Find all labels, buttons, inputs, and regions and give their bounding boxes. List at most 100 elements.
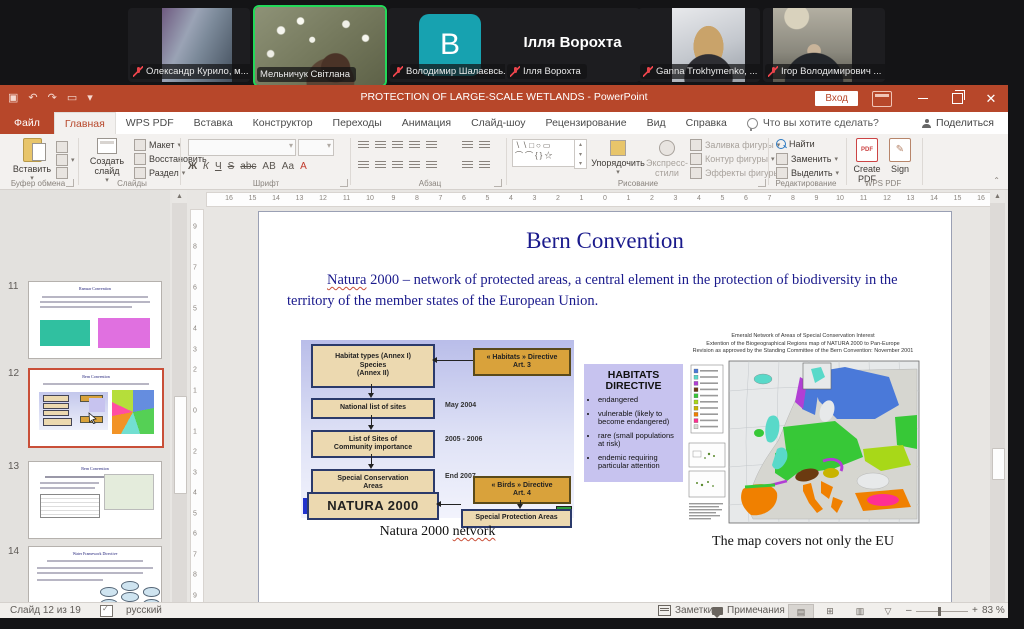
zoom-slider-thumb[interactable] [938,607,941,616]
font-dialog-launcher-icon[interactable] [340,179,348,187]
zoom-in-button[interactable]: + [972,605,978,616]
sign-icon: ✎ [889,138,911,162]
habitats-directive-panel[interactable]: HABITATS DIRECTIVE endangeredvulnerable … [584,364,683,482]
tab-рецензирование[interactable]: Рецензирование [536,112,637,134]
font-name-combo[interactable] [188,139,296,156]
participant-tile[interactable]: Ігор Володимирович ... [763,8,885,82]
minimize-button[interactable] [906,85,940,112]
participant-tile[interactable]: Мельничук Світлана [253,5,387,87]
tab-wps-pdf[interactable]: WPS PDF [116,112,184,134]
natura2000-flowchart[interactable]: Habitat types (Annex I) Species (Annex I… [301,340,574,518]
sign-button[interactable]: ✎ Sign [886,138,914,174]
notes-button[interactable]: Заметки [658,605,713,616]
participant-tile[interactable]: Олександр Курило, м... [128,8,250,82]
ribbon: Вставить▾ ▾ Буфер обмена Создать слайд▾ … [0,134,1008,190]
font-style-button[interactable]: Аа [282,161,294,172]
slide-title[interactable]: Bern Convention [259,228,951,254]
font-style-button[interactable]: АВ [262,161,275,172]
paragraph-align-buttons[interactable] [358,161,437,170]
tab-анимация[interactable]: Анимация [392,112,461,134]
shapes-gallery[interactable]: ∖∖□○▭⌒⌒{}☆ [512,139,576,167]
tab-переходы[interactable]: Переходы [323,112,392,134]
tab-слайд-шоу[interactable]: Слайд-шоу [461,112,535,134]
flowchart-box-sites-community: List of Sites of Community importance [311,430,435,458]
layout-button[interactable]: Макет▾ [134,139,181,151]
ribbon-tabs-row: Файл ГлавнаяWPS PDFВставкаКонструкторПер… [0,112,1008,134]
restore-button[interactable] [940,85,974,112]
shape-outline-button[interactable]: Контур фигуры▾ [690,153,774,165]
map-header-line3: Revision as approved by the Standing Com… [685,348,921,355]
tab-вид[interactable]: Вид [637,112,676,134]
group-paragraph: Абзац [356,179,504,188]
slide-sorter-view-button[interactable]: ⊞ [818,604,842,618]
font-style-button[interactable]: А [300,161,307,172]
shape-effects-button[interactable]: Эффекты фигуры▾ [690,167,787,179]
zoom-out-button[interactable]: – [906,605,912,616]
emerald-network-map[interactable]: Emerald Network of Areas of Special Cons… [683,332,923,528]
arrange-button[interactable]: Упорядочить▾ [592,140,644,178]
tab-конструктор[interactable]: Конструктор [243,112,323,134]
drawing-dialog-launcher-icon[interactable] [758,179,766,187]
section-button[interactable]: Раздел▾ [134,167,185,179]
font-size-combo[interactable] [298,139,334,156]
tab-file[interactable]: Файл [0,112,54,134]
font-style-button[interactable]: Ч [215,161,222,172]
muted-mic-icon [643,66,653,77]
title-bar: ▣ ↶ ↷ ▭ ▾ PROTECTION OF LARGE-SCALE WETL… [0,85,1008,112]
font-style-button[interactable]: Ж [188,161,197,172]
replace-button[interactable]: Заменить▾ [776,153,838,165]
share-button[interactable]: Поделиться [908,112,1008,134]
format-painter-button[interactable] [56,167,68,179]
font-style-button[interactable]: S [228,161,235,172]
flowchart-note-may2004: May 2004 [445,402,476,409]
select-button[interactable]: Выделить▾ [776,167,839,179]
quick-styles-button[interactable]: Экспресс- стили [646,140,688,178]
paste-button[interactable]: Вставить▾ [10,138,54,184]
paragraph-dialog-launcher-icon[interactable] [494,179,502,187]
slide-canvas[interactable]: Bern Convention Natura 2000 – network of… [258,211,952,603]
participant-tile[interactable]: ВВолодимир Шалаєвсь... [388,8,512,82]
search-icon [776,139,786,149]
shape-fill-button[interactable]: Заливка фигуры▾ [690,139,780,151]
slide-thumbnail-12[interactable]: Bern Convention [28,368,164,448]
tell-me-box[interactable]: Что вы хотите сделать? [737,112,889,134]
reading-view-button[interactable]: ▥ [848,604,872,618]
close-button[interactable]: ✕ [974,85,1008,112]
thumbnail-scrollbar[interactable]: ▲ ▼ [172,190,187,629]
slideshow-view-button[interactable]: ▽ [876,604,900,618]
slide-body-text[interactable]: Natura 2000 – network of protected areas… [287,270,927,312]
shapes-gallery-scroll[interactable]: ▴▾▾ [574,139,587,169]
clipboard-dialog-launcher-icon[interactable] [66,179,74,187]
participant-tile[interactable]: Ganna Trokhymenko, ... [638,8,760,82]
zoom-level[interactable]: 83 % [982,605,1005,616]
tab-главная[interactable]: Главная [54,112,116,134]
screen-edge-bottom [0,618,1024,629]
spell-check-icon[interactable] [100,605,113,617]
cut-button[interactable] [56,141,68,153]
paragraph-list-buttons[interactable] [358,141,437,150]
sign-in-button[interactable]: Вход [815,91,858,106]
comments-icon [712,607,723,615]
tab-вставка[interactable]: Вставка [184,112,243,134]
create-pdf-button[interactable]: PDF Create PDF [852,138,882,184]
habitats-bullet: endemic requiring particular attention [598,454,679,471]
copy-button[interactable]: ▾ [56,154,75,166]
zoom-participant-strip: Олександр Курило, м...Мельничук Світлана… [0,0,1024,85]
find-button[interactable]: Найти [776,139,815,149]
thumbnail-slide-title: Water Framework Directive [40,551,151,556]
text-direction-buttons[interactable] [462,141,490,150]
font-style-button[interactable]: К [203,161,209,172]
group-wps-pdf: WPS PDF [846,179,920,188]
slide-scrollbar[interactable]: ▲ ▼ ⇞ ⇟ [990,190,1005,629]
font-style-button[interactable]: abc [240,161,256,172]
slide-thumbnail-13[interactable]: Bern Convention [28,461,162,539]
slide-thumbnail-11[interactable]: Ramsar Convention [28,281,162,359]
columns-smartart-buttons[interactable] [462,161,490,170]
tab-справка[interactable]: Справка [676,112,737,134]
zoom-slider[interactable] [916,611,968,612]
comments-button[interactable]: Примечания [712,605,785,616]
language-indicator[interactable]: русский [126,605,162,616]
collapse-ribbon-icon[interactable]: ⌃ [993,176,1000,185]
ribbon-display-options-icon[interactable] [872,91,892,107]
participant-tile[interactable]: Ілля ВорохтаІлля Ворохта [505,8,640,82]
